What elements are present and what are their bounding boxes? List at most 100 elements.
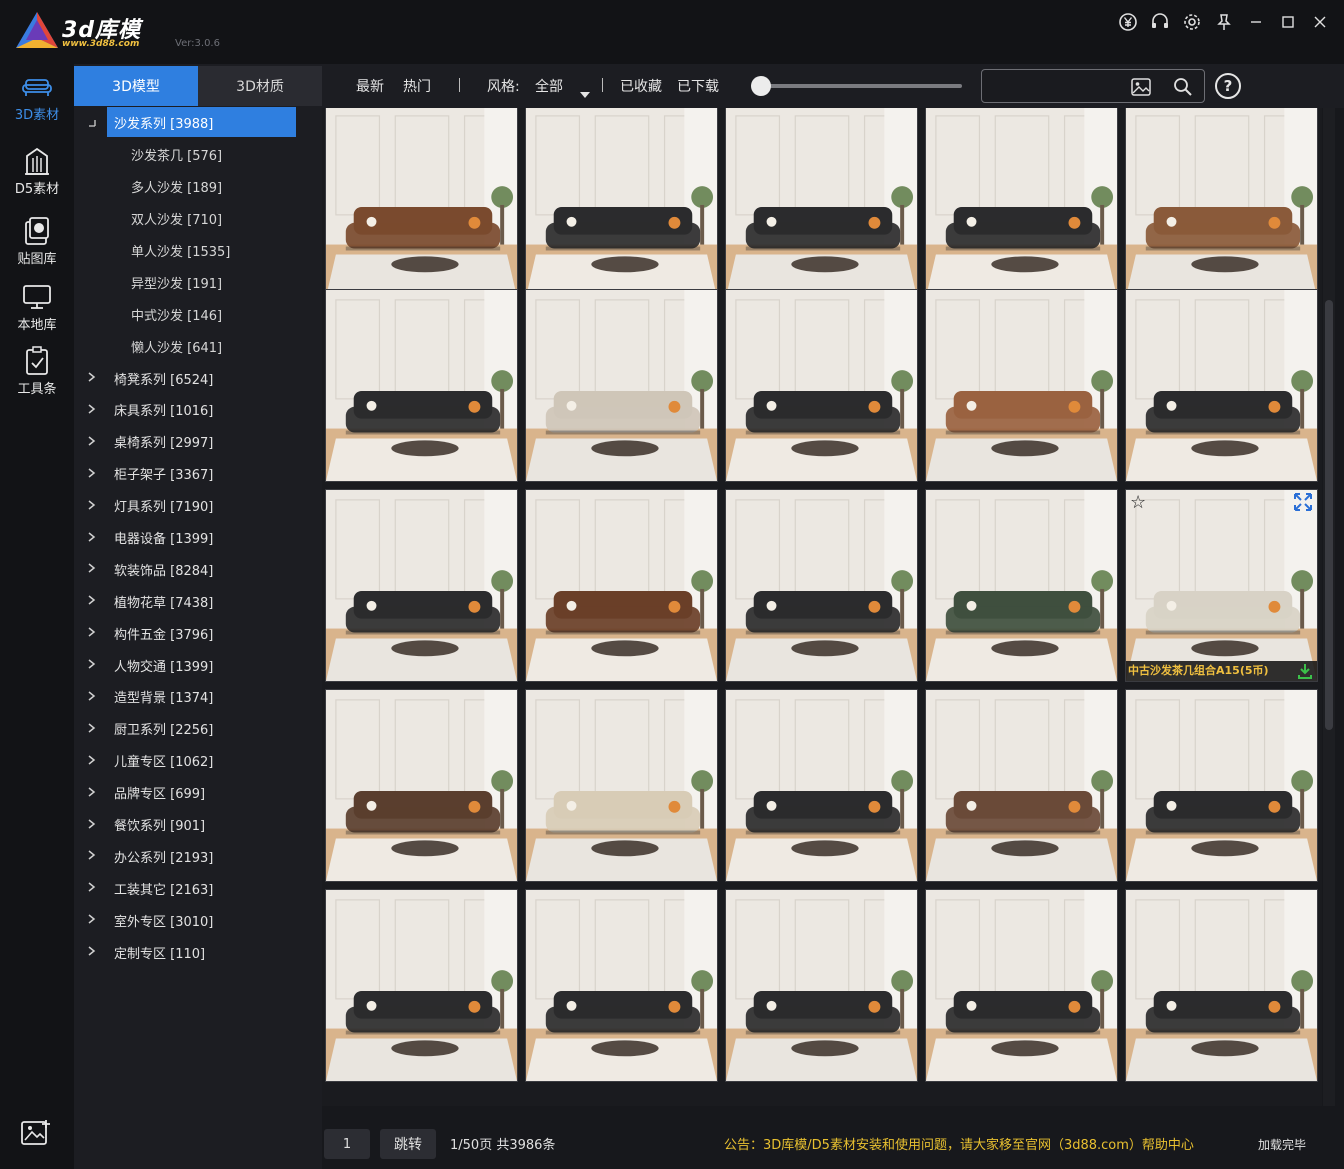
gear-icon[interactable]: [1176, 8, 1208, 36]
help-button[interactable]: ?: [1215, 73, 1241, 99]
category-item[interactable]: 椅凳系列 [6524]: [74, 362, 322, 394]
thumbnail-size-slider[interactable]: [758, 84, 962, 88]
search-icon[interactable]: [1170, 74, 1196, 100]
image-search-icon[interactable]: [1128, 74, 1154, 100]
favorited-button[interactable]: 已收藏: [620, 76, 662, 96]
category-item[interactable]: 厨卫系列 [2256]: [74, 713, 322, 745]
chevron-right-icon[interactable]: [88, 690, 98, 704]
chevron-right-icon[interactable]: [88, 371, 98, 385]
category-item[interactable]: 品牌专区 [699]: [74, 777, 322, 809]
subcategory-item[interactable]: 沙发茶几 [576]: [74, 139, 322, 171]
category-item[interactable]: 室外专区 [3010]: [74, 904, 322, 936]
close-icon[interactable]: [1304, 8, 1336, 36]
rail-item-d5-assets[interactable]: D5素材: [0, 142, 74, 204]
model-thumbnail[interactable]: [325, 889, 518, 1082]
pin-icon[interactable]: [1208, 8, 1240, 36]
subcategory-item[interactable]: 异型沙发 [191]: [74, 266, 322, 298]
chevron-right-icon[interactable]: [88, 435, 98, 449]
subcategory-item[interactable]: 多人沙发 [189]: [74, 171, 322, 203]
model-thumbnail[interactable]: [525, 489, 718, 682]
model-thumbnail[interactable]: [525, 689, 718, 882]
subcategory-item[interactable]: 单人沙发 [1535]: [74, 235, 322, 267]
category-item[interactable]: 工装其它 [2163]: [74, 872, 322, 904]
yen-icon[interactable]: [1112, 8, 1144, 36]
category-item[interactable]: 沙发系列 [3988]: [74, 107, 322, 139]
model-thumbnail[interactable]: [1125, 108, 1318, 298]
chevron-right-icon[interactable]: [88, 754, 98, 768]
chevron-right-icon[interactable]: [88, 403, 98, 417]
chevron-right-icon[interactable]: [88, 499, 98, 513]
model-thumbnail[interactable]: [725, 889, 918, 1082]
rail-item-local-library[interactable]: 本地库: [0, 278, 74, 340]
style-select[interactable]: 全部: [535, 76, 563, 96]
model-thumbnail[interactable]: [525, 108, 718, 298]
model-thumbnail[interactable]: ☆ 中古沙发茶几组合A15(5币): [1125, 489, 1318, 682]
category-item[interactable]: 人物交通 [1399]: [74, 649, 322, 681]
chevron-right-icon[interactable]: [88, 467, 98, 481]
rail-item-texture-library[interactable]: 贴图库: [0, 212, 74, 274]
model-thumbnail[interactable]: [925, 489, 1118, 682]
subcategory-item[interactable]: 中式沙发 [146]: [74, 298, 322, 330]
model-thumbnail[interactable]: [725, 489, 918, 682]
model-thumbnail[interactable]: [1125, 689, 1318, 882]
model-thumbnail[interactable]: [525, 289, 718, 482]
model-thumbnail[interactable]: [325, 689, 518, 882]
maximize-icon[interactable]: [1272, 8, 1304, 36]
model-thumbnail[interactable]: [925, 889, 1118, 1082]
chevron-right-icon[interactable]: [88, 818, 98, 832]
rail-item-3d-assets[interactable]: 3D素材: [0, 68, 74, 130]
favorite-star-icon[interactable]: ☆: [1130, 492, 1146, 513]
headset-icon[interactable]: [1144, 8, 1176, 36]
chevron-right-icon[interactable]: [88, 849, 98, 863]
model-thumbnail[interactable]: [325, 489, 518, 682]
category-item[interactable]: 办公系列 [2193]: [74, 840, 322, 872]
category-item[interactable]: 电器设备 [1399]: [74, 522, 322, 554]
tab-3d-material[interactable]: 3D材质: [198, 66, 322, 106]
model-thumbnail[interactable]: [925, 289, 1118, 482]
downloaded-button[interactable]: 已下载: [677, 76, 719, 96]
chevron-right-icon[interactable]: [88, 913, 98, 927]
chevron-right-icon[interactable]: [88, 531, 98, 545]
model-thumbnail[interactable]: [1125, 889, 1318, 1082]
category-item[interactable]: 儿童专区 [1062]: [74, 745, 322, 777]
chevron-right-icon[interactable]: [88, 626, 98, 640]
chevron-right-icon[interactable]: [88, 786, 98, 800]
model-thumbnail[interactable]: [325, 289, 518, 482]
chevron-right-icon[interactable]: [88, 881, 98, 895]
chevron-right-icon[interactable]: [88, 722, 98, 736]
model-thumbnail[interactable]: [325, 108, 518, 298]
search-input[interactable]: [990, 76, 1120, 96]
chevron-right-icon[interactable]: [88, 562, 98, 576]
add-image-icon[interactable]: [20, 1118, 52, 1148]
category-item[interactable]: 构件五金 [3796]: [74, 617, 322, 649]
model-thumbnail[interactable]: [725, 289, 918, 482]
expand-icon[interactable]: [1293, 492, 1313, 512]
rail-item-toolbar[interactable]: 工具条: [0, 342, 74, 404]
notice-marquee[interactable]: 公告：3D库模/D5素材安装和使用问题，请大家移至官网（3d88.com）帮助中…: [724, 1134, 1208, 1153]
model-thumbnail[interactable]: [525, 889, 718, 1082]
category-item[interactable]: 餐饮系列 [901]: [74, 809, 322, 841]
model-thumbnail[interactable]: [925, 108, 1118, 298]
minimize-icon[interactable]: [1240, 8, 1272, 36]
sort-hot-button[interactable]: 热门: [403, 76, 431, 96]
category-item[interactable]: 造型背景 [1374]: [74, 681, 322, 713]
subcategory-item[interactable]: 懒人沙发 [641]: [74, 330, 322, 362]
model-thumbnail[interactable]: [925, 689, 1118, 882]
tab-3d-model[interactable]: 3D模型: [74, 66, 198, 106]
chevron-down-icon[interactable]: [580, 83, 590, 102]
grid-scrollbar-thumb[interactable]: [1325, 300, 1333, 730]
category-item[interactable]: 灯具系列 [7190]: [74, 490, 322, 522]
model-thumbnail[interactable]: [725, 689, 918, 882]
category-item[interactable]: 桌椅系列 [2997]: [74, 426, 322, 458]
subcategory-item[interactable]: 双人沙发 [710]: [74, 203, 322, 235]
category-item[interactable]: 定制专区 [110]: [74, 936, 322, 968]
slider-handle[interactable]: [751, 76, 771, 96]
download-icon[interactable]: [1296, 662, 1314, 680]
category-item[interactable]: 软装饰品 [8284]: [74, 553, 322, 585]
chevron-right-icon[interactable]: [88, 594, 98, 608]
chevron-right-icon[interactable]: [88, 658, 98, 672]
model-thumbnail[interactable]: [725, 108, 918, 298]
sort-latest-button[interactable]: 最新: [356, 76, 384, 96]
category-item[interactable]: 床具系列 [1016]: [74, 394, 322, 426]
jump-button[interactable]: 跳转: [380, 1129, 436, 1159]
